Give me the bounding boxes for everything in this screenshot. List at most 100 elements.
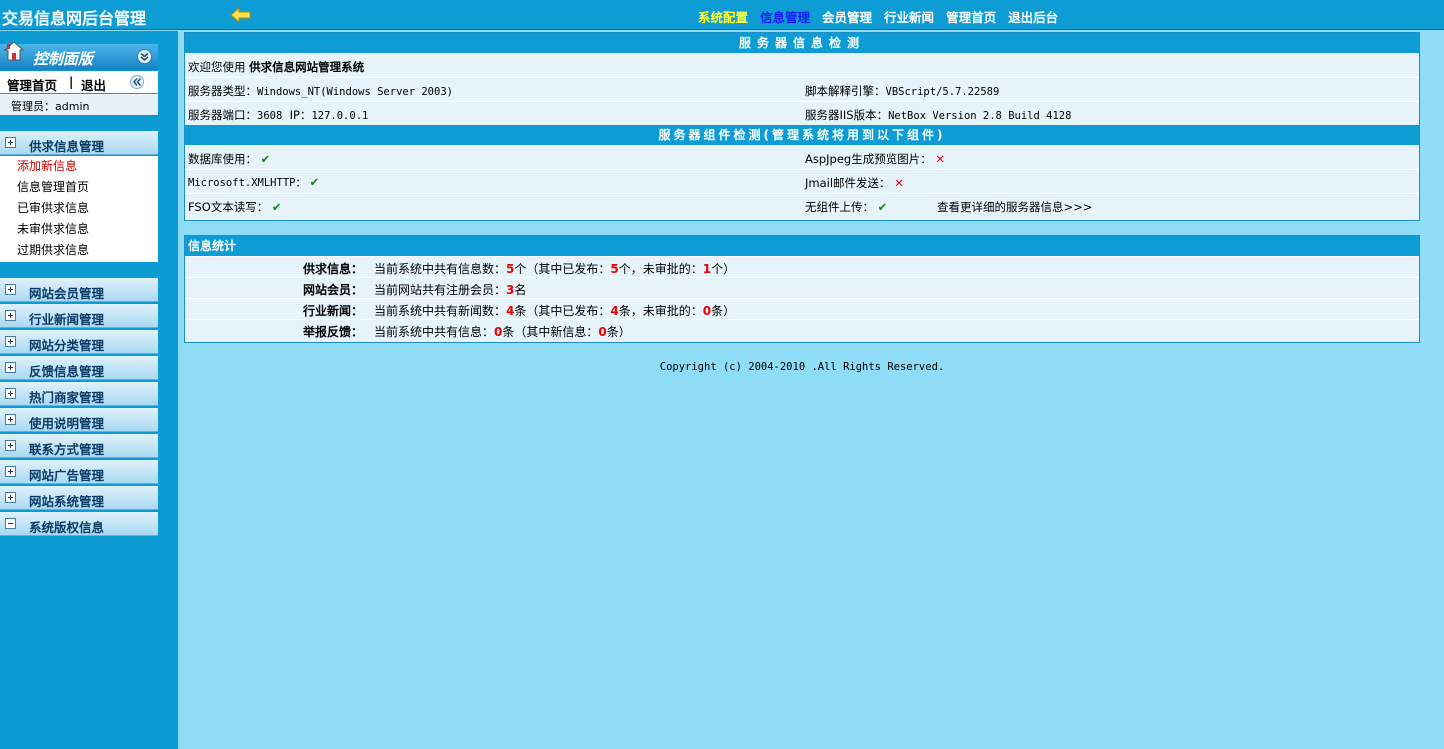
- stat-count: 5: [610, 262, 619, 276]
- stat-count: 4: [610, 304, 619, 318]
- collapse-minus-icon: [5, 518, 16, 529]
- control-panel-title: 控制面版: [0, 41, 158, 70]
- sidebar-section-merchants[interactable]: 热门商家管理: [0, 382, 158, 406]
- expand-plus-icon: [5, 388, 16, 399]
- stat-text: 个，未审批的：: [618, 262, 703, 276]
- script-engine-value: VBScript/5.7.22589: [885, 86, 1000, 98]
- stat-text: 个）: [711, 262, 736, 276]
- stat-row-news: 行业新闻： 当前系统中共有新闻数：4条（其中已发布：4条，未审批的：0条）: [185, 298, 1419, 319]
- nav-info-management[interactable]: 信息管理: [760, 7, 810, 26]
- expand-plus-icon: [5, 362, 16, 373]
- jmail-label: Jmail邮件发送：: [805, 176, 891, 190]
- sidebar-section-label: 系统版权信息: [29, 520, 105, 535]
- nav-member-management[interactable]: 会员管理: [822, 7, 872, 26]
- iis-label: 服务器IIS版本：: [805, 108, 889, 122]
- top-bar: 交易信息网后台管理 系统配置 信息管理 会员管理 行业新闻 管理首页 退出后台: [0, 0, 1444, 30]
- house-icon: [4, 41, 24, 61]
- sidebar-section-label: 供求信息管理: [29, 139, 105, 154]
- top-nav: 系统配置 信息管理 会员管理 行业新闻 管理首页 退出后台: [698, 7, 1058, 26]
- stat-row-members: 网站会员： 当前网站共有注册会员：3名: [185, 277, 1419, 298]
- sidebar-section-label: 热门商家管理: [29, 390, 105, 405]
- submenu-unapproved[interactable]: 未审供求信息: [0, 219, 158, 240]
- submenu-approved[interactable]: 已审供求信息: [0, 198, 158, 219]
- app-title: 交易信息网后台管理: [2, 9, 147, 28]
- stat-text: 个（其中已发布：: [514, 262, 611, 276]
- sidebar-section-supply-info[interactable]: 供求信息管理: [0, 131, 158, 155]
- admin-user-row: 管理员：admin: [0, 94, 158, 115]
- xmlhttp-label: Microsoft.XMLHTTP：: [188, 177, 306, 189]
- nav-system-config[interactable]: 系统配置: [698, 7, 748, 26]
- ip-label: IP：: [289, 108, 312, 122]
- stat-text: 当前系统中共有信息数：: [374, 262, 507, 276]
- check-icon: ✔: [309, 175, 320, 189]
- stat-label: 网站会员：: [302, 283, 363, 297]
- sidebar-section-label: 联系方式管理: [29, 442, 105, 457]
- welcome-row: 欢迎您使用 供求信息网站管理系统: [185, 53, 1419, 77]
- sidebar-section-contact[interactable]: 联系方式管理: [0, 434, 158, 458]
- stat-count: 0: [598, 325, 607, 339]
- stat-label: 供求信息：: [302, 262, 363, 276]
- components-title: 服务器组件检测(管理系统将用到以下组件): [185, 125, 1419, 145]
- admin-user-label: 管理员：admin: [11, 100, 90, 113]
- expand-plus-icon: [5, 336, 16, 347]
- sidebar-admin-home-link[interactable]: 管理首页: [7, 75, 57, 94]
- os-value: Windows_NT(Windows Server 2003): [257, 86, 453, 98]
- control-panel-label: 控制面版: [33, 50, 94, 68]
- sidebar-section-manual[interactable]: 使用说明管理: [0, 408, 158, 432]
- sidebar-section-members[interactable]: 网站会员管理: [0, 278, 158, 302]
- nav-exit-admin[interactable]: 退出后台: [1008, 7, 1058, 26]
- db-label: 数据库使用：: [188, 152, 257, 166]
- submenu-info-home[interactable]: 信息管理首页: [0, 177, 158, 198]
- expand-plus-icon: [5, 310, 16, 321]
- chevron-double-left-icon[interactable]: [129, 75, 145, 89]
- server-info-panel: 服务器信息检测 欢迎您使用 供求信息网站管理系统 服务器类型：Windows_N…: [184, 32, 1420, 221]
- ip-value: 127.0.0.1: [311, 110, 369, 122]
- sidebar-section-copyright[interactable]: 系统版权信息: [0, 512, 158, 536]
- sidebar-section-ads[interactable]: 网站广告管理: [0, 460, 158, 484]
- back-arrow-icon[interactable]: [230, 7, 252, 23]
- stat-label: 行业新闻：: [302, 304, 363, 318]
- component-row-db: 数据库使用： ✔ AspJpeg生成预览图片： ✕: [185, 145, 1419, 169]
- check-icon: ✔: [260, 152, 271, 166]
- more-server-info-link[interactable]: 查看更详细的服务器信息>>>: [937, 199, 1092, 215]
- nav-industry-news[interactable]: 行业新闻: [884, 7, 934, 26]
- sidebar-section-label: 网站广告管理: [29, 468, 105, 483]
- chevron-double-down-icon[interactable]: [137, 49, 152, 64]
- sidebar-section-label: 网站会员管理: [29, 286, 105, 301]
- sidebar-section-label: 行业新闻管理: [29, 312, 105, 327]
- stat-text: 条（其中新信息：: [502, 325, 599, 339]
- sidebar-section-categories[interactable]: 网站分类管理: [0, 330, 158, 354]
- sidebar-logout-link[interactable]: 退出: [81, 75, 106, 94]
- expand-plus-icon: [5, 466, 16, 477]
- stat-text: 条）: [606, 325, 631, 339]
- system-name: 供求信息网站管理系统: [249, 60, 365, 74]
- port-label: 服务器端口：: [188, 108, 257, 122]
- check-icon: ✔: [271, 200, 282, 214]
- fso-label: FSO文本读写：: [188, 200, 269, 214]
- statistics-title: 信息统计: [185, 236, 1419, 256]
- sidebar-section-feedback[interactable]: 反馈信息管理: [0, 356, 158, 380]
- submenu-add-info[interactable]: 添加新信息: [0, 156, 158, 177]
- expand-plus-icon: [5, 284, 16, 295]
- stat-count: 0: [702, 304, 712, 318]
- component-row-fso: FSO文本读写： ✔ 无组件上传： ✔ 查看更详细的服务器信息>>>: [185, 193, 1419, 217]
- stat-text: 名: [514, 283, 527, 297]
- sidebar-section-news[interactable]: 行业新闻管理: [0, 304, 158, 328]
- expand-plus-icon: [5, 137, 16, 148]
- component-row-xmlhttp: Microsoft.XMLHTTP： ✔ Jmail邮件发送： ✕: [185, 169, 1419, 193]
- sidebar-section-system[interactable]: 网站系统管理: [0, 486, 158, 510]
- nav-admin-home[interactable]: 管理首页: [946, 7, 996, 26]
- expand-plus-icon: [5, 492, 16, 503]
- expand-plus-icon: [5, 440, 16, 451]
- stat-text: 当前网站共有注册会员：: [374, 283, 507, 297]
- welcome-prefix: 欢迎您使用: [188, 60, 246, 74]
- submenu-expired[interactable]: 过期供求信息: [0, 240, 158, 261]
- stat-text: 条（其中已发布：: [514, 304, 611, 318]
- sidebar-section-label: 网站系统管理: [29, 494, 105, 509]
- stat-text: 当前系统中共有新闻数：: [374, 304, 507, 318]
- stat-text: 条）: [711, 304, 736, 318]
- server-os-row: 服务器类型：Windows_NT(Windows Server 2003) 脚本…: [185, 77, 1419, 101]
- supply-info-submenu: 添加新信息 信息管理首页 已审供求信息 未审供求信息 过期供求信息: [0, 156, 158, 262]
- stat-row-feedback: 举报反馈： 当前系统中共有信息：0条（其中新信息：0条）: [185, 319, 1419, 340]
- cross-icon: ✕: [935, 152, 946, 166]
